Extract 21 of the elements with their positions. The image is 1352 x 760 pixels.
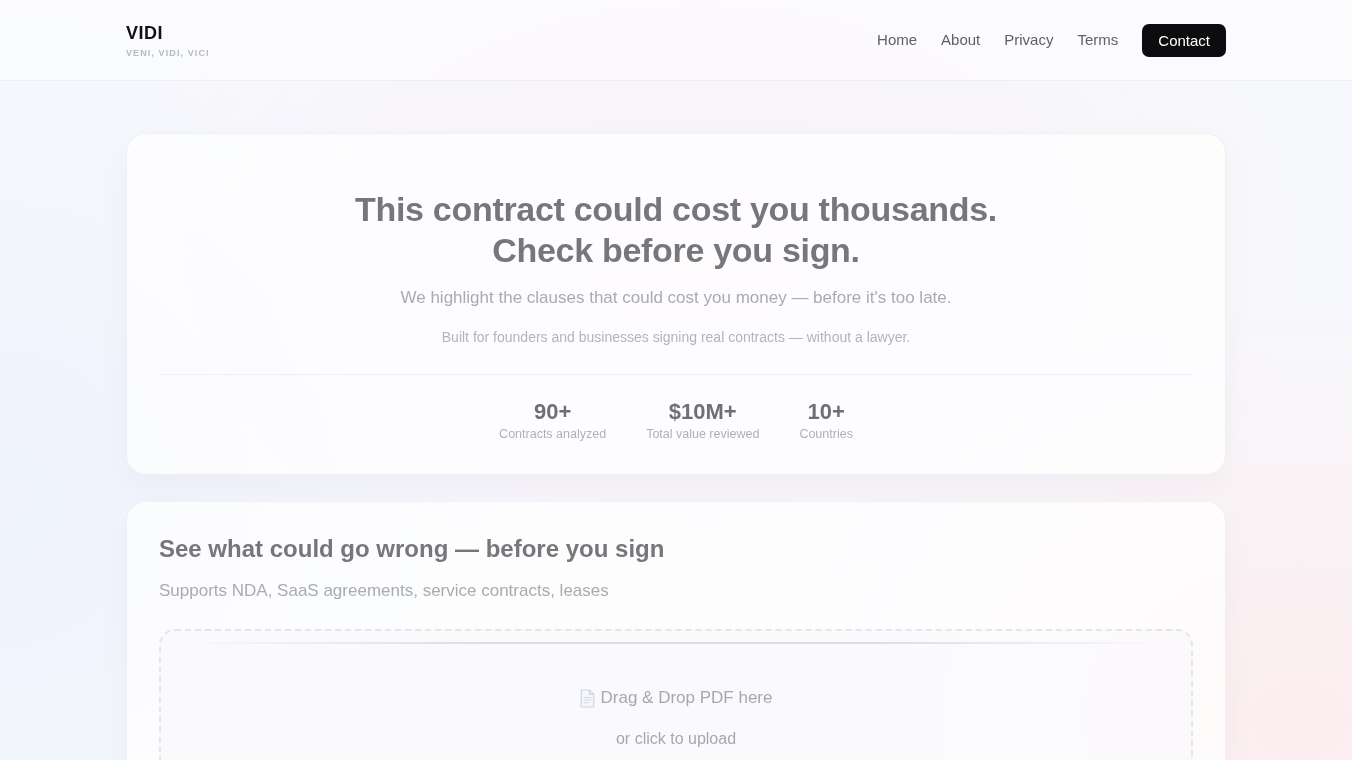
hero-note: Built for founders and businesses signing real contracts — without a lawyer. [441, 328, 911, 347]
stat-label: Countries [799, 426, 853, 442]
upload-heading: See what could go wrong — before you sign [159, 534, 665, 564]
stat-value: 90+ [533, 398, 572, 426]
tagline: VENI, VIDI, VICI [126, 48, 210, 59]
hero-subtitle: We highlight the clauses that could cost you money — before it's too late. [400, 287, 952, 309]
stat-label: Total value reviewed [646, 426, 760, 442]
nav-link[interactable]: About [941, 30, 981, 50]
nav-link[interactable]: Home [877, 30, 918, 50]
stat-value: $10M+ [668, 398, 737, 426]
nav-link[interactable]: Privacy [1004, 30, 1054, 50]
logo[interactable]: VIDI [126, 23, 163, 43]
upload-subtitle: Supports NDA, SaaS agreements, service contracts, leases [159, 580, 609, 602]
hero-heading: This contract could cost you thousands. Check before you sign. [355, 189, 997, 271]
drop-prompt: Drag & Drop PDF here [600, 687, 773, 709]
upload-hint: or click to upload [615, 729, 737, 749]
stat-label: Contracts analyzed [499, 426, 607, 442]
document-icon [579, 688, 595, 708]
contact-button[interactable]: Contact [1142, 23, 1226, 57]
nav-link[interactable]: Terms [1077, 30, 1119, 50]
stat-value: 10+ [807, 398, 845, 426]
